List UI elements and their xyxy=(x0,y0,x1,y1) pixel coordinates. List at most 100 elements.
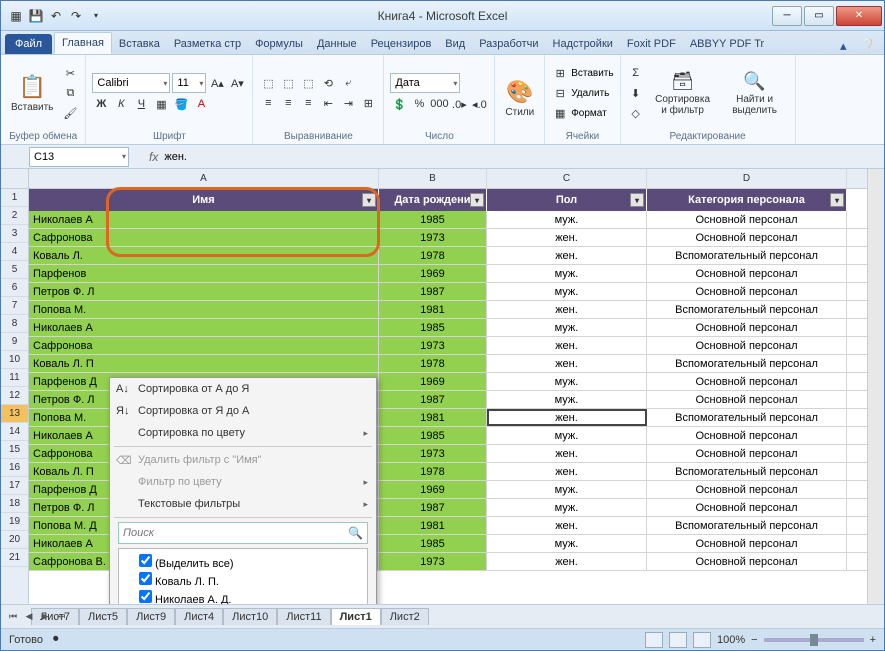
cell[interactable]: 1978 xyxy=(379,463,487,480)
decrease-decimal-icon[interactable]: ◂.0 xyxy=(470,95,488,113)
sheet-tab[interactable]: Лист4 xyxy=(175,608,223,625)
row-header[interactable]: 3 xyxy=(1,225,28,243)
cell[interactable]: Николаев А xyxy=(29,211,379,228)
row-header[interactable]: 14 xyxy=(1,423,28,441)
font-name-combo[interactable]: Calibri xyxy=(92,73,170,93)
cut-icon[interactable]: ✂ xyxy=(61,64,79,82)
cell[interactable]: муж. xyxy=(487,211,647,228)
format-cells-button[interactable]: ▦Формат xyxy=(551,104,613,122)
cell[interactable]: Николаев А xyxy=(29,319,379,336)
cell[interactable]: 1973 xyxy=(379,553,487,570)
cell[interactable]: жен. xyxy=(487,337,647,354)
undo-icon[interactable]: ↶ xyxy=(47,7,65,25)
cell[interactable]: Коваль Л. П xyxy=(29,355,379,372)
cell[interactable]: Основной персонал xyxy=(647,319,847,336)
filter-dropdown-birth[interactable]: ▾ xyxy=(470,193,484,207)
ribbon-tab[interactable]: Разметка стр xyxy=(167,34,248,54)
row-header[interactable]: 11 xyxy=(1,369,28,387)
increase-indent-icon[interactable]: ⇥ xyxy=(339,94,357,112)
text-filters-item[interactable]: Текстовые фильтры▸ xyxy=(110,493,376,515)
minimize-ribbon-icon[interactable]: ▴ xyxy=(840,38,856,54)
border-icon[interactable]: ▦ xyxy=(152,95,170,113)
bold-icon[interactable]: Ж xyxy=(92,95,110,113)
cell[interactable]: Основной персонал xyxy=(647,229,847,246)
sheet-last-icon[interactable]: ⏭ xyxy=(53,611,69,622)
ribbon-tab[interactable]: Формулы xyxy=(248,34,310,54)
delete-cells-button[interactable]: ⊟Удалить xyxy=(551,84,613,102)
paste-button[interactable]: 📋Вставить xyxy=(7,72,57,115)
row-header[interactable]: 12 xyxy=(1,387,28,405)
cell[interactable]: Парфенов xyxy=(29,265,379,282)
align-middle-icon[interactable]: ⬚ xyxy=(279,74,297,92)
sheet-next-icon[interactable]: ▶ xyxy=(37,611,53,622)
cell[interactable]: муж. xyxy=(487,319,647,336)
cell[interactable]: 1987 xyxy=(379,391,487,408)
ribbon-tab[interactable]: Разработчи xyxy=(472,34,545,54)
orientation-icon[interactable]: ⟲ xyxy=(319,74,337,92)
cell[interactable]: Вспомогательный персонал xyxy=(647,517,847,534)
file-tab[interactable]: Файл xyxy=(5,34,52,54)
cell[interactable]: жен. xyxy=(487,247,647,264)
cell[interactable]: Вспомогательный персонал xyxy=(647,463,847,480)
redo-icon[interactable]: ↷ xyxy=(67,7,85,25)
cell[interactable]: жен. xyxy=(487,445,647,462)
find-select-button[interactable]: 🔍Найти и выделить xyxy=(721,69,789,118)
row-header[interactable]: 13 xyxy=(1,405,28,423)
increase-font-icon[interactable]: A▴ xyxy=(208,74,226,92)
cell[interactable]: Вспомогательный персонал xyxy=(647,301,847,318)
sort-ascending-item[interactable]: A↓Сортировка от А до Я xyxy=(110,378,376,400)
cell[interactable]: жен. xyxy=(487,355,647,372)
cell[interactable]: 1978 xyxy=(379,355,487,372)
merge-icon[interactable]: ⊞ xyxy=(359,94,377,112)
format-painter-icon[interactable]: 🖌 xyxy=(61,104,79,122)
cell[interactable]: Сафронова xyxy=(29,229,379,246)
cell[interactable]: муж. xyxy=(487,283,647,300)
col-header-d[interactable]: D xyxy=(647,169,847,188)
row-header[interactable]: 19 xyxy=(1,513,28,531)
col-header-c[interactable]: C xyxy=(487,169,647,188)
row-header[interactable]: 6 xyxy=(1,279,28,297)
sheet-prev-icon[interactable]: ◀ xyxy=(21,611,37,622)
cell[interactable]: Коваль Л. xyxy=(29,247,379,264)
row-header[interactable]: 9 xyxy=(1,333,28,351)
zoom-in-icon[interactable]: + xyxy=(870,634,876,646)
ribbon-tab[interactable]: Главная xyxy=(54,32,112,54)
row-header[interactable]: 7 xyxy=(1,297,28,315)
cell[interactable]: 1981 xyxy=(379,301,487,318)
underline-icon[interactable]: Ч xyxy=(132,95,150,113)
row-header[interactable]: 20 xyxy=(1,531,28,549)
filter-search-box[interactable]: 🔍 xyxy=(118,522,368,544)
copy-icon[interactable]: ⧉ xyxy=(61,84,79,102)
cell[interactable]: Сафронова xyxy=(29,337,379,354)
sort-by-color-item[interactable]: Сортировка по цвету▸ xyxy=(110,422,376,444)
number-format-combo[interactable]: Дата xyxy=(390,73,460,93)
align-left-icon[interactable]: ≡ xyxy=(259,94,277,112)
sheet-tab[interactable]: Лист2 xyxy=(381,608,429,625)
cell[interactable]: 1985 xyxy=(379,535,487,552)
cell[interactable]: 1981 xyxy=(379,409,487,426)
ribbon-tab[interactable]: Рецензиров xyxy=(364,34,439,54)
cell[interactable]: жен. xyxy=(487,463,647,480)
minimize-button[interactable]: ─ xyxy=(772,6,802,26)
maximize-button[interactable]: ▭ xyxy=(804,6,834,26)
cell[interactable]: 1969 xyxy=(379,265,487,282)
ribbon-tab[interactable]: Данные xyxy=(310,34,364,54)
qat-dropdown-icon[interactable]: ▾ xyxy=(87,7,105,25)
row-header[interactable]: 16 xyxy=(1,459,28,477)
clear-icon[interactable]: ◇ xyxy=(627,104,645,122)
cell[interactable]: Основной персонал xyxy=(647,265,847,282)
insert-cells-button[interactable]: ⊞Вставить xyxy=(551,64,613,82)
wrap-text-icon[interactable]: ⤶ xyxy=(339,74,357,92)
comma-icon[interactable]: 000 xyxy=(430,95,448,113)
sort-filter-button[interactable]: 🗃Сортировка и фильтр xyxy=(649,69,717,118)
percent-icon[interactable]: % xyxy=(410,95,428,113)
cell[interactable]: Основной персонал xyxy=(647,481,847,498)
font-color-icon[interactable]: A xyxy=(192,95,210,113)
currency-icon[interactable]: 💲 xyxy=(390,95,408,113)
fx-icon[interactable]: fx xyxy=(149,150,158,164)
row-header[interactable]: 5 xyxy=(1,261,28,279)
align-right-icon[interactable]: ≡ xyxy=(299,94,317,112)
cell[interactable]: Основной персонал xyxy=(647,499,847,516)
cell[interactable]: 1973 xyxy=(379,229,487,246)
cell[interactable]: Вспомогательный персонал xyxy=(647,247,847,264)
